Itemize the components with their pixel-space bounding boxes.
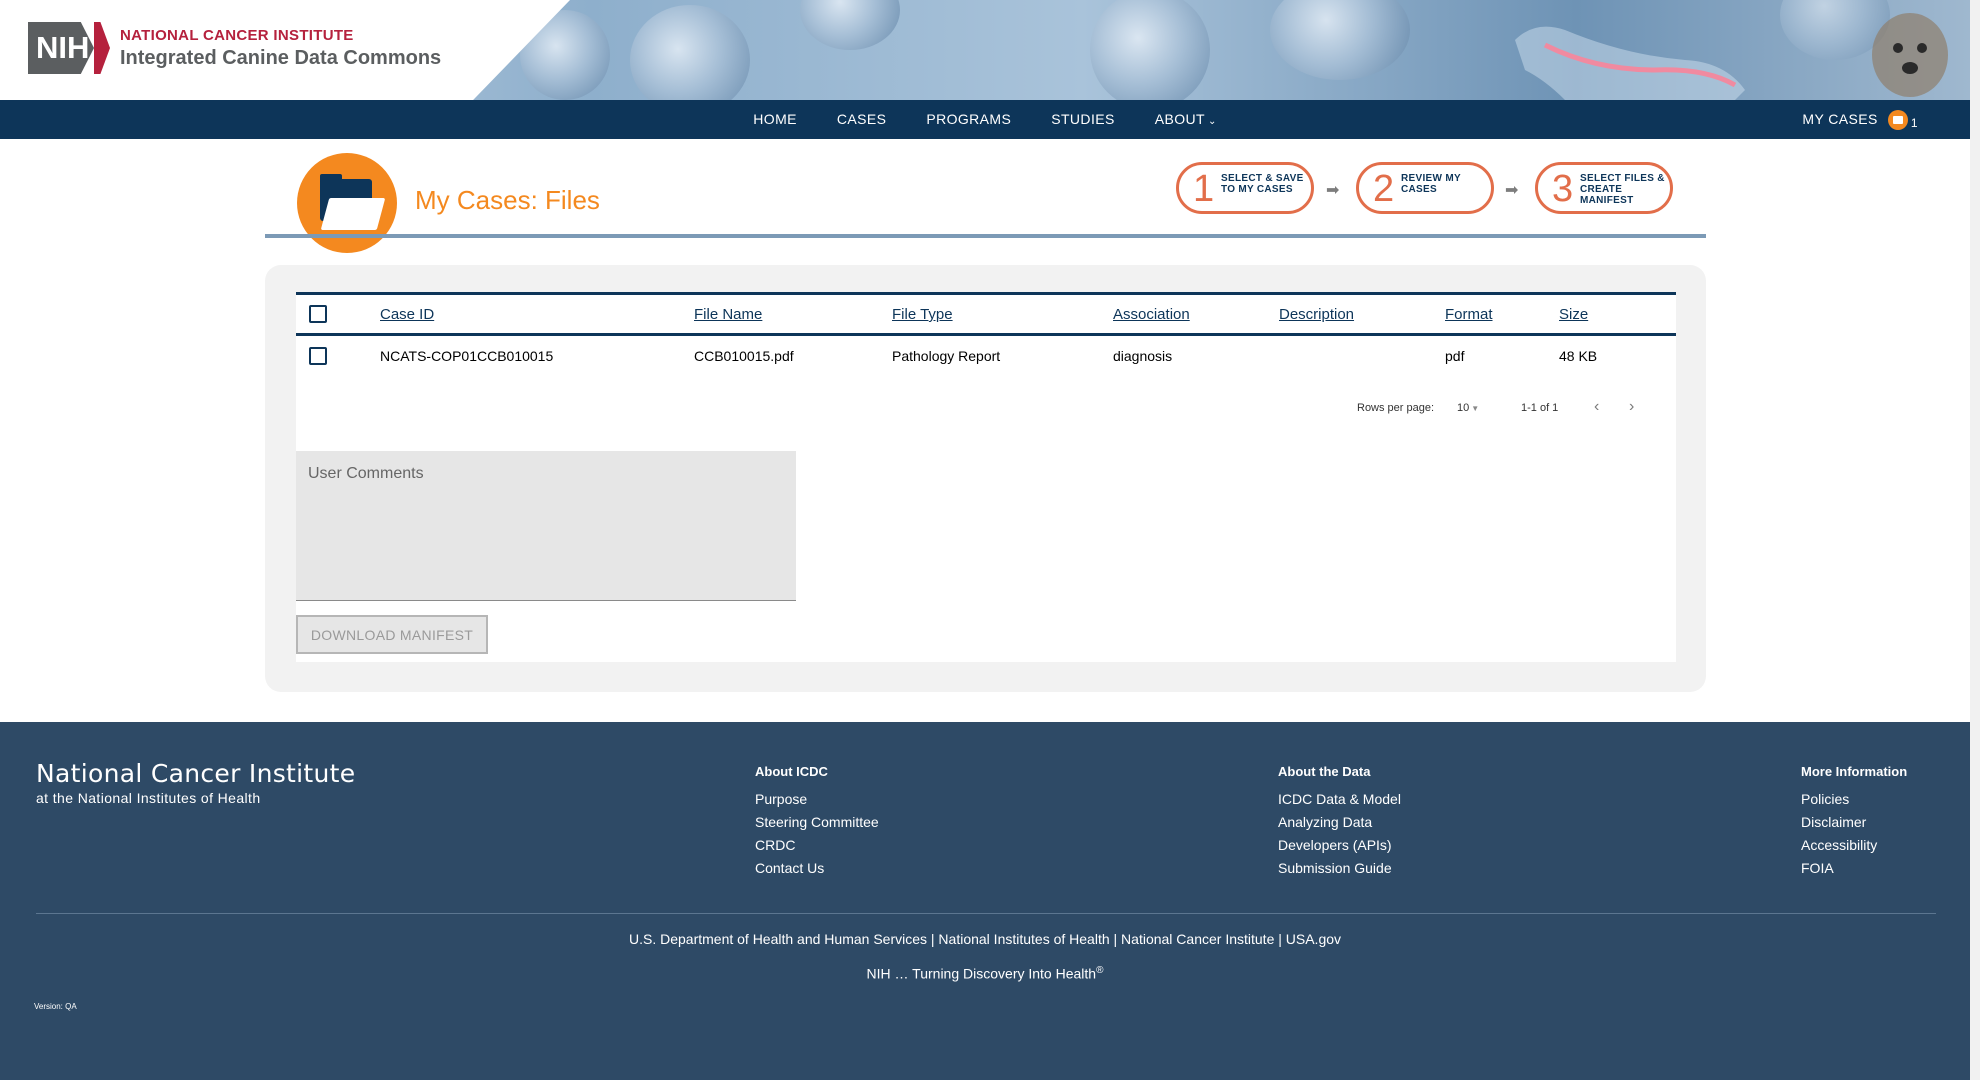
chevron-down-icon: ⌄ <box>1207 116 1217 127</box>
dog-photo-icon <box>1872 13 1948 97</box>
nav-item-home[interactable]: HOME <box>733 100 817 139</box>
footer-brand-title: National Cancer Institute <box>36 759 356 788</box>
footer-link-submission-guide[interactable]: Submission Guide <box>1278 857 1401 880</box>
step-1-text: SELECT & SAVE TO MY CASES <box>1221 173 1304 195</box>
footer-link-steering-committee[interactable]: Steering Committee <box>755 811 879 834</box>
select-all-checkbox[interactable] <box>309 305 327 323</box>
nav-item-about[interactable]: ABOUT ⌄ <box>1135 100 1237 139</box>
footer-column-about-icdc: About ICDC Purpose Steering Committee CR… <box>755 764 879 880</box>
cart-count-badge: 1 <box>1910 116 1918 131</box>
footer-link-data-model[interactable]: ICDC Data & Model <box>1278 788 1401 811</box>
column-header-association[interactable]: Association <box>1113 306 1190 323</box>
step-3-text: SELECT FILES & CREATE MANIFEST <box>1580 173 1665 206</box>
footer-column-about-data: About the Data ICDC Data & Model Analyzi… <box>1278 764 1401 880</box>
nav-item-programs[interactable]: PROGRAMS <box>906 100 1031 139</box>
step-2-badge[interactable]: 2 REVIEW MY CASES <box>1356 162 1494 214</box>
nih-logo-text: NIH <box>28 22 94 74</box>
site-title[interactable]: Integrated Canine Data Commons <box>120 47 441 70</box>
footer-link-analyzing-data[interactable]: Analyzing Data <box>1278 811 1401 834</box>
nav-item-about-label: ABOUT <box>1154 111 1205 127</box>
folder-icon <box>297 153 397 253</box>
footer-heading: About ICDC <box>755 764 828 779</box>
footer-link-purpose[interactable]: Purpose <box>755 788 879 811</box>
page-title: My Cases: Files <box>415 185 600 215</box>
step-2-number: 2 <box>1373 168 1395 210</box>
title-divider <box>265 234 1706 238</box>
caret-down-icon: ▼ <box>1471 404 1480 413</box>
footer-link-foia[interactable]: FOIA <box>1801 857 1907 880</box>
footer-heading: More Information <box>1801 764 1908 779</box>
table-header-rule <box>296 333 1676 336</box>
footer-agency-links[interactable]: U.S. Department of Health and Human Serv… <box>0 931 1970 947</box>
table-top-rule <box>296 292 1676 295</box>
pagination-range: 1-1 of 1 <box>1521 402 1559 414</box>
footer-heading: About the Data <box>1278 764 1371 779</box>
column-header-file-name[interactable]: File Name <box>694 306 762 323</box>
next-page-icon[interactable]: › <box>1629 398 1634 416</box>
step-arrow-icon: ➡ <box>1326 182 1340 199</box>
registered-mark: ® <box>1096 965 1104 976</box>
cell-format: pdf <box>1445 348 1465 364</box>
footer-tagline: NIH … Turning Discovery Into Health® <box>0 965 1970 982</box>
footer-link-policies[interactable]: Policies <box>1801 788 1907 811</box>
cell-association: diagnosis <box>1113 348 1173 364</box>
step-1-number: 1 <box>1193 168 1215 210</box>
dog-xray-icon <box>1515 26 1745 100</box>
footer-link-crdc[interactable]: CRDC <box>755 834 879 857</box>
step-arrow-icon: ➡ <box>1505 182 1519 199</box>
cell-case-id: NCATS-COP01CCB010015 <box>380 348 554 364</box>
footer-brand[interactable]: National Cancer Institute at the Nationa… <box>36 759 355 806</box>
nav-items: HOME CASES PROGRAMS STUDIES ABOUT ⌄ <box>0 100 1970 139</box>
column-header-file-type[interactable]: File Type <box>892 306 953 323</box>
footer-column-more-info: More Information Policies Disclaimer Acc… <box>1801 764 1907 880</box>
row-checkbox[interactable] <box>309 347 327 365</box>
rows-per-page-label: Rows per page: <box>1357 402 1435 414</box>
site-footer: National Cancer Institute at the Nationa… <box>0 722 1970 1080</box>
footer-link-developers-apis[interactable]: Developers (APIs) <box>1278 834 1401 857</box>
footer-link-contact-us[interactable]: Contact Us <box>755 857 879 880</box>
page-scrollbar[interactable] <box>1970 0 1980 1080</box>
column-header-description[interactable]: Description <box>1279 306 1354 323</box>
cell-file-type: Pathology Report <box>892 348 1001 364</box>
org-title[interactable]: NATIONAL CANCER INSTITUTE <box>120 27 354 44</box>
main-nav: HOME CASES PROGRAMS STUDIES ABOUT ⌄ MY CA… <box>0 100 1970 139</box>
footer-link-accessibility[interactable]: Accessibility <box>1801 834 1907 857</box>
nav-item-cases[interactable]: CASES <box>817 100 906 139</box>
user-comments-input[interactable] <box>296 451 796 601</box>
cell-file-name: CCB010015.pdf <box>694 348 794 364</box>
prev-page-icon[interactable]: ‹ <box>1594 398 1599 416</box>
version-label: Version: QA <box>34 1002 77 1011</box>
rows-per-page-select[interactable]: 10 ▼ <box>1457 402 1479 414</box>
footer-tagline-text: NIH … Turning Discovery Into Health <box>866 965 1097 982</box>
step-1-badge[interactable]: 1 SELECT & SAVE TO MY CASES <box>1176 162 1314 214</box>
column-header-size[interactable]: Size <box>1559 306 1588 323</box>
my-cases-label: MY CASES <box>1802 111 1878 127</box>
cart-icon: 1 <box>1888 110 1918 131</box>
footer-divider <box>36 913 1936 914</box>
footer-brand-subtitle: at the National Institutes of Health <box>36 790 261 806</box>
step-2-text: REVIEW MY CASES <box>1401 173 1461 195</box>
step-3-number: 3 <box>1552 168 1574 210</box>
site-header: NIH NATIONAL CANCER INSTITUTE Integrated… <box>0 0 1970 100</box>
nav-item-studies[interactable]: STUDIES <box>1031 100 1134 139</box>
footer-link-disclaimer[interactable]: Disclaimer <box>1801 811 1907 834</box>
my-cases-link[interactable]: MY CASES 1 <box>1802 100 1918 139</box>
rows-per-page-value: 10 <box>1457 402 1470 414</box>
cell-size: 48 KB <box>1559 348 1598 364</box>
column-header-case-id[interactable]: Case ID <box>380 306 434 323</box>
step-3-badge[interactable]: 3 SELECT FILES & CREATE MANIFEST <box>1535 162 1673 214</box>
download-manifest-button[interactable]: DOWNLOAD MANIFEST <box>296 615 488 654</box>
column-header-format[interactable]: Format <box>1445 306 1493 323</box>
